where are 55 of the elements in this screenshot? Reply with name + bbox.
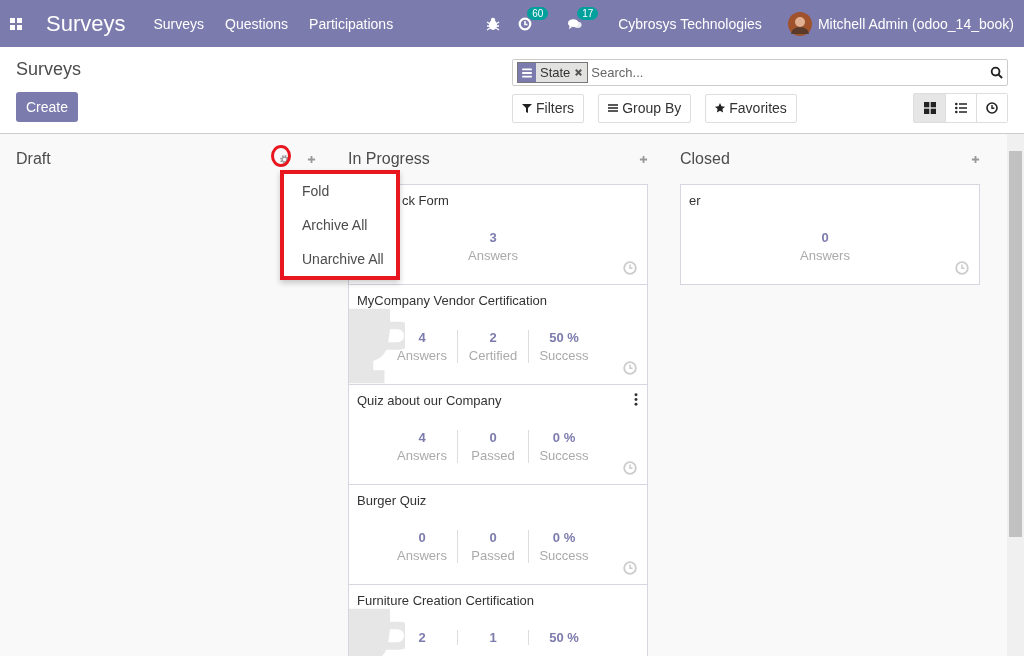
facet-label: State <box>539 65 572 80</box>
stat-value: 0 <box>489 530 497 545</box>
company-name[interactable]: Cybrosys Technologies <box>618 15 762 32</box>
stat-label: Success <box>539 348 589 363</box>
stat-label: Certified <box>468 348 518 363</box>
card-title: ck Form <box>402 193 449 208</box>
stat-label: Answers <box>468 248 518 263</box>
card-title: er <box>689 193 701 208</box>
stat-label: Answers <box>397 548 447 563</box>
menu-item[interactable]: Questions <box>225 15 289 32</box>
column-title: Closed <box>680 150 730 168</box>
stat-label: Answers <box>800 248 850 263</box>
stat-value: 0 % <box>552 430 576 445</box>
card-title: MyCompany Vendor Certification <box>357 293 548 308</box>
menu-item[interactable]: Participations <box>309 15 394 32</box>
stat-value: 3 <box>489 230 497 245</box>
column-title: Draft <box>16 150 51 168</box>
survey-card[interactable]: MyCompany Vendor Certification 4 Answers 2 Certified 50 % Success <box>348 284 648 385</box>
stat-value: 50 % <box>549 330 579 345</box>
survey-card[interactable]: Furniture Creation Certification 2 1 50 % <box>348 584 648 656</box>
stat-value: 2 <box>489 330 497 345</box>
stat-value: 50 % <box>549 630 579 645</box>
app-name[interactable]: Surveys <box>46 10 126 37</box>
stat-label: Passed <box>471 548 515 563</box>
stat-value: 0 <box>821 230 829 245</box>
create-button[interactable]: Create <box>16 92 79 122</box>
survey-card[interactable]: Quiz about our Company 4 Answers 0 Passed 0 % Success <box>348 384 648 485</box>
stat-label: Success <box>539 548 589 563</box>
stat-label: Answers <box>397 348 447 363</box>
card-title: Quiz about our Company <box>357 393 502 408</box>
survey-card[interactable]: er 0 Answers <box>680 184 980 285</box>
stat-value: 1 <box>489 630 497 645</box>
stat-value: 0 <box>418 530 426 545</box>
card-title: Furniture Creation Certification <box>357 593 535 608</box>
group-by-button[interactable]: Group By <box>598 93 692 123</box>
survey-card[interactable]: Burger Quiz 0 Answers 0 Passed 0 % Success <box>348 484 648 585</box>
card-title: Burger Quiz <box>357 493 427 508</box>
stat-value: 4 <box>418 430 426 445</box>
stat-label: Passed <box>471 448 515 463</box>
menu-item[interactable]: Surveys <box>153 15 205 32</box>
favorites-button[interactable]: Favorites <box>705 93 797 123</box>
stat-value: 4 <box>418 330 426 345</box>
search-input[interactable]: Search... <box>588 65 990 80</box>
search-field[interactable]: State Search... <box>512 59 1008 86</box>
stat-label: Success <box>539 448 589 463</box>
activity-count-badge: 60 <box>527 6 549 20</box>
message-count-badge: 17 <box>577 6 599 20</box>
filters-button[interactable]: Filters <box>512 93 585 123</box>
breadcrumb: Surveys <box>16 59 82 80</box>
stat-value: 0 % <box>552 530 576 545</box>
stat-value: 2 <box>418 630 426 645</box>
user-menu[interactable]: Mitchell Admin (odoo_14_book) <box>817 15 1014 32</box>
column-title: In Progress <box>348 150 430 168</box>
stat-value: 0 <box>489 430 497 445</box>
stat-label: Answers <box>397 448 447 463</box>
